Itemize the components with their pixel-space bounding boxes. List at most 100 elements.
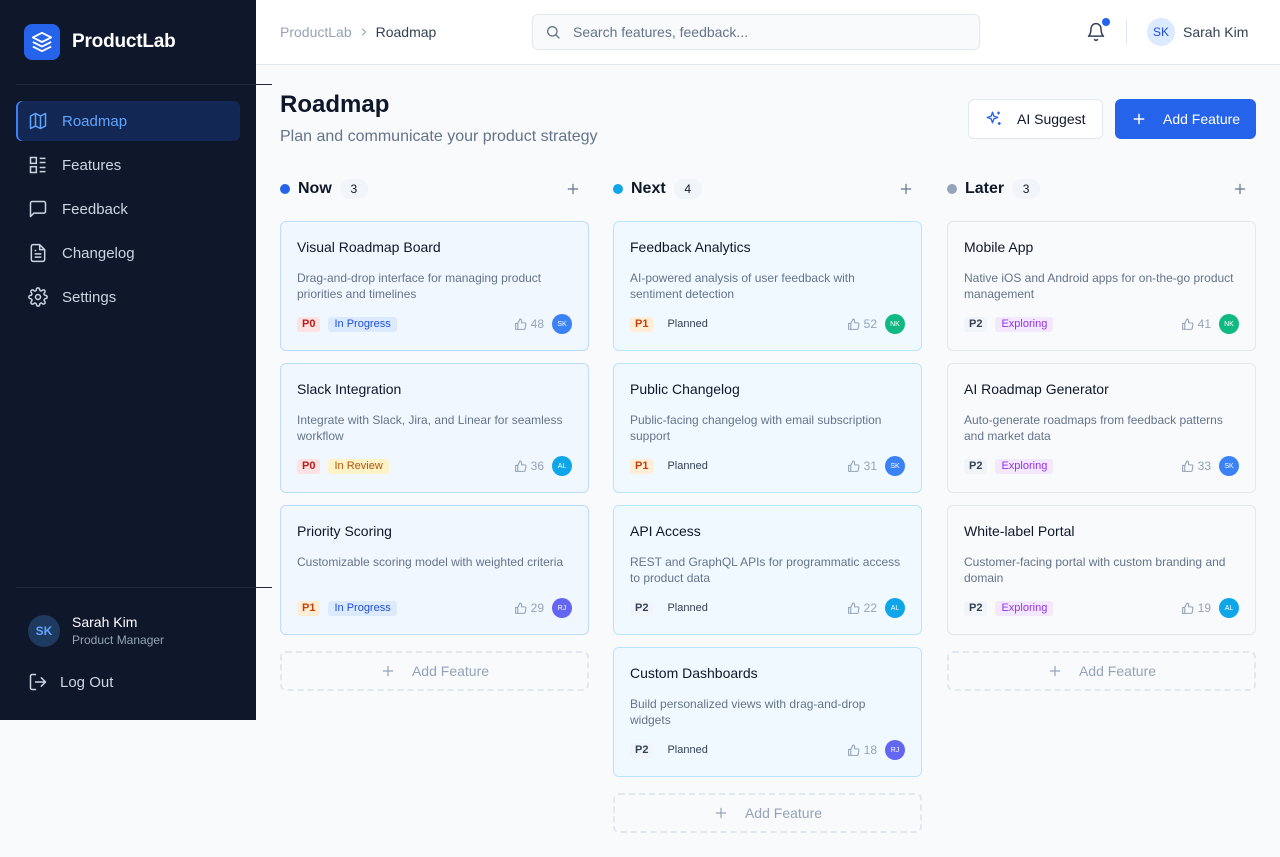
gear-icon (28, 287, 48, 307)
add-feature-label: Add Feature (744, 805, 823, 821)
sidebar-item-roadmap[interactable]: Roadmap (16, 101, 240, 141)
vote-count[interactable]: 41 (1181, 317, 1211, 331)
feature-description: Auto-generate roadmaps from feedback pat… (964, 413, 1223, 443)
add-feature-button[interactable]: Add Feature (1115, 99, 1256, 139)
sidebar-user[interactable]: SK Sarah Kim Product Manager (28, 614, 164, 647)
feature-card[interactable]: Visual Roadmap Board Drag-and-drop interf… (280, 221, 589, 351)
vote-count[interactable]: 29 (514, 601, 544, 615)
sidebar-item-settings[interactable]: Settings (16, 277, 240, 317)
ai-suggest-button[interactable]: AI Suggest (968, 99, 1103, 139)
feature-description: Customer-facing portal with custom brand… (964, 555, 1226, 585)
add-feature-placeholder[interactable]: Add Feature (613, 793, 922, 833)
add-feature-placeholder[interactable]: Add Feature (280, 651, 589, 691)
logout-button[interactable]: Log Out (28, 672, 113, 692)
vote-count[interactable]: 31 (847, 459, 877, 473)
feature-card[interactable]: API Access REST and GraphQL APIs for prog… (613, 505, 922, 635)
priority-badge: P2 (630, 600, 654, 616)
feature-card[interactable]: Priority Scoring Customizable scoring mod… (280, 505, 589, 635)
breadcrumb-current: Roadmap (375, 24, 437, 40)
vote-count[interactable]: 22 (847, 601, 877, 615)
feature-description: Build personalized views with drag-and-d… (630, 697, 866, 727)
sidebar-item-label: Features (62, 156, 122, 174)
sparkles-icon (986, 111, 1001, 125)
feature-title: Public Changelog (630, 381, 740, 397)
vote-count[interactable]: 33 (1181, 459, 1211, 473)
vote-count-value: 52 (863, 317, 877, 331)
thumbs-up-icon (1181, 318, 1194, 330)
column-add-button[interactable] (898, 181, 914, 197)
avatar: SK (1147, 18, 1175, 46)
user-name: Sarah Kim (72, 614, 138, 630)
column-header: Later 3 (947, 175, 1256, 203)
brand[interactable]: ProductLab (24, 24, 176, 60)
column-count-badge: 3 (1012, 179, 1041, 199)
sidebar-item-label: Roadmap (62, 112, 128, 130)
column-later: Later 3 Mobile App Native iOS and Android a… (947, 175, 1256, 691)
feature-card[interactable]: Feedback Analytics AI-powered analysis of… (613, 221, 922, 351)
status-badge: Exploring (995, 458, 1054, 474)
feature-meta: P2 Exploring 33 SK (964, 456, 1239, 476)
search-input[interactable] (573, 24, 953, 40)
column-count-badge: 4 (673, 179, 702, 199)
status-badge: Planned (667, 744, 708, 756)
feature-title: Custom Dashboards (630, 665, 758, 681)
feature-title: White-label Portal (964, 523, 1075, 539)
thumbs-up-icon (847, 744, 860, 756)
vote-count[interactable]: 36 (514, 459, 544, 473)
vote-count-value: 19 (1197, 601, 1211, 615)
breadcrumb: ProductLab Roadmap (280, 24, 436, 40)
sidebar-item-changelog[interactable]: Changelog (16, 233, 240, 273)
vote-count-value: 41 (1197, 317, 1211, 331)
status-badge: In Review (328, 458, 389, 474)
column-status-dot (947, 184, 957, 194)
feature-description: REST and GraphQL APIs for programmatic a… (630, 555, 901, 585)
thumbs-up-icon (847, 602, 860, 614)
feature-title: AI Roadmap Generator (964, 381, 1109, 397)
add-feature-placeholder[interactable]: Add Feature (947, 651, 1256, 691)
add-feature-label: Add Feature (1078, 663, 1157, 679)
feature-card[interactable]: Slack Integration Integrate with Slack, J… (280, 363, 589, 493)
assignee-avatar: RJ (885, 740, 905, 760)
breadcrumb-root[interactable]: ProductLab (280, 24, 352, 40)
sidebar-item-features[interactable]: Features (16, 145, 240, 185)
sidebar: ProductLab Roadmap Features Feedback Cha… (0, 0, 272, 720)
vote-count[interactable]: 52 (847, 317, 877, 331)
vote-count[interactable]: 18 (847, 743, 877, 757)
logout-label: Log Out (60, 673, 114, 691)
feature-card[interactable]: Custom Dashboards Build personalized view… (613, 647, 922, 777)
status-badge: In Progress (328, 600, 397, 616)
feature-title: Mobile App (964, 239, 1034, 255)
feature-card[interactable]: White-label Portal Customer-facing portal… (947, 505, 1256, 635)
sidebar-item-label: Feedback (62, 200, 128, 218)
feature-card[interactable]: Mobile App Native iOS and Android apps fo… (947, 221, 1256, 351)
page-subtitle: Plan and communicate your product strate… (280, 128, 598, 145)
feature-card[interactable]: AI Roadmap Generator Auto-generate roadma… (947, 363, 1256, 493)
plus-icon (567, 183, 579, 195)
vote-count-value: 48 (530, 317, 544, 331)
feature-description: Integrate with Slack, Jira, and Linear f… (297, 413, 563, 443)
plus-icon (900, 183, 912, 195)
thumbs-up-icon (847, 460, 860, 472)
feature-meta: P1 In Progress 29 RJ (297, 598, 572, 618)
vote-count[interactable]: 48 (514, 317, 544, 331)
map-icon (29, 112, 47, 130)
vote-count-value: 36 (530, 459, 544, 473)
sidebar-divider (16, 84, 272, 85)
feature-description: Drag-and-drop interface for managing pro… (297, 271, 542, 301)
vote-count-value: 18 (863, 743, 877, 757)
search-box[interactable] (532, 14, 980, 50)
feature-card[interactable]: Public Changelog Public-facing changelog … (613, 363, 922, 493)
vote-count-value: 29 (530, 601, 544, 615)
vote-count[interactable]: 19 (1181, 601, 1211, 615)
assignee-avatar: SK (1219, 456, 1239, 476)
status-badge: Planned (667, 602, 708, 614)
column-add-button[interactable] (1232, 181, 1248, 197)
column-add-button[interactable] (565, 181, 581, 197)
priority-badge: P1 (630, 458, 654, 474)
user-menu[interactable]: SK Sarah Kim (1147, 18, 1248, 46)
thumbs-up-icon (1181, 602, 1194, 614)
assignee-avatar: AL (885, 598, 905, 618)
status-badge: In Progress (328, 316, 397, 332)
sidebar-item-feedback[interactable]: Feedback (16, 189, 240, 229)
priority-badge: P0 (297, 316, 321, 332)
